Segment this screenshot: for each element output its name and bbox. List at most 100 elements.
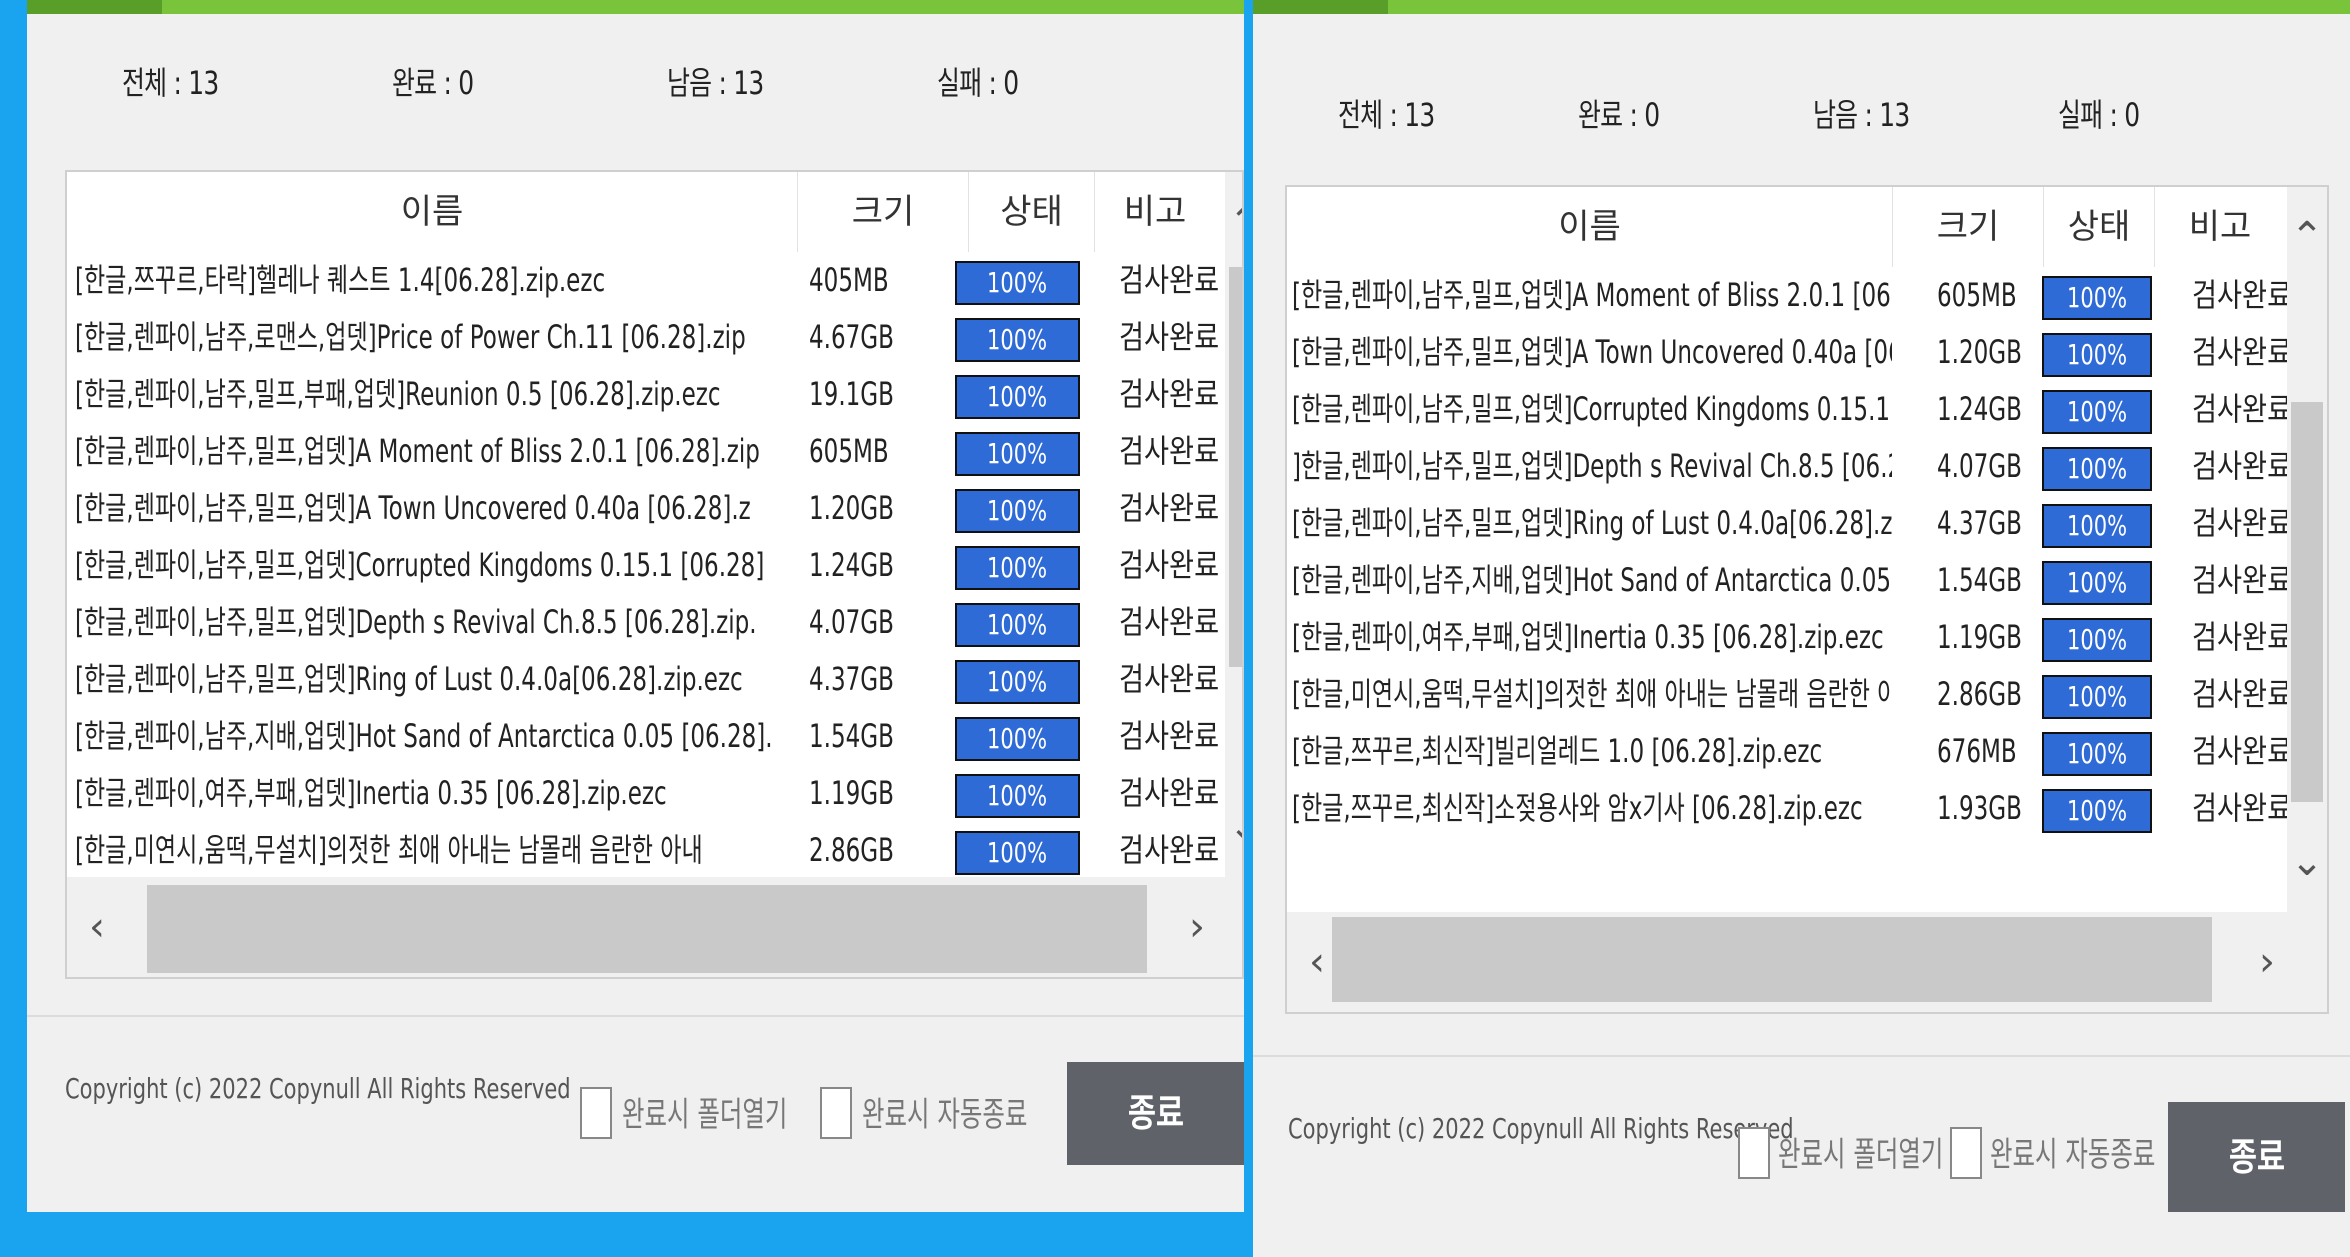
table-row[interactable]: [한글,렌파이,남주,밀프,업뎃]A Moment of Bliss 2.0.1… — [1287, 267, 2287, 324]
horizontal-scroll-thumb[interactable] — [1332, 917, 2212, 1002]
auto-close-checkbox[interactable] — [1950, 1127, 1982, 1179]
status-note: 검사완료 — [2192, 675, 2287, 713]
file-name: [한글,렌파이,여주,부패,업뎃]Inertia 0.35 [06.28].zi… — [1292, 618, 1884, 656]
file-size: 4.37GB — [1937, 504, 2022, 542]
horizontal-scrollbar[interactable]: ‹ › — [67, 877, 1242, 977]
horizontal-scrollbar[interactable]: ‹ › — [1287, 912, 2327, 1012]
file-name: [한글,렌파이,남주,밀프,업뎃]Depth s Revival Ch.8.5 … — [75, 603, 757, 641]
file-name: [한글,렌파이,남주,밀프,업뎃]A Moment of Bliss 2.0.1… — [75, 432, 760, 470]
progress-bar: 100% — [2042, 675, 2152, 719]
vertical-scroll-thumb[interactable] — [2291, 402, 2323, 802]
stat-failed: 실패 : 0 — [937, 64, 1019, 102]
table-row[interactable]: [한글,렌파이,여주,부패,업뎃]Inertia 0.35 [06.28].zi… — [1287, 609, 2287, 666]
scroll-right-icon[interactable]: › — [2247, 942, 2287, 982]
status-note: 검사완료 — [1119, 546, 1219, 584]
table-row[interactable]: [한글,미연시,움떡,무설치]의젓한 최애 아내는 남몰래 음란한 아내 2.86… — [1287, 666, 2287, 723]
status-note: 검사완료 — [1119, 660, 1219, 698]
table-row[interactable]: [한글,렌파이,남주,로맨스,업뎃]Price of Power Ch.11 [… — [67, 309, 1219, 366]
file-name: [한글,쯔꾸르,최신작]소젖용사와 암x기사 [06.28].zip.ezc — [1292, 789, 1863, 827]
file-name: [한글,렌파이,남주,지배,업뎃]Hot Sand of Antarctica … — [75, 717, 773, 755]
horizontal-scroll-thumb[interactable] — [147, 885, 1147, 973]
table-row[interactable]: [한글,렌파이,여주,부패,업뎃]Inertia 0.35 [06.28].zi… — [67, 765, 1219, 822]
title-bar-accent — [27, 0, 162, 14]
table-row[interactable]: ]한글,렌파이,남주,밀프,업뎃]Depth s Revival Ch.8.5 … — [1287, 438, 2287, 495]
file-name: [한글,렌파이,남주,밀프,업뎃]A Town Uncovered 0.40a … — [1292, 333, 1892, 371]
table-row[interactable]: [한글,렌파이,남주,밀프,업뎃]Ring of Lust 0.4.0a[06.… — [1287, 495, 2287, 552]
file-name: [한글,미연시,움떡,무설치]의젓한 최애 아내는 남몰래 음란한 아내 — [1292, 675, 1892, 713]
auto-close-label[interactable]: 완료시 자동종료 — [1990, 1127, 2155, 1176]
status-note: 검사완료 — [2192, 276, 2287, 314]
column-status[interactable]: 상태 — [969, 172, 1095, 252]
open-folder-checkbox[interactable] — [1738, 1127, 1770, 1179]
file-size: 1.93GB — [1937, 789, 2022, 827]
scroll-right-icon[interactable]: › — [1177, 907, 1217, 947]
scroll-down-icon[interactable]: ⌄ — [1225, 807, 1242, 847]
progress-bar: 100% — [955, 432, 1080, 476]
progress-bar: 100% — [955, 603, 1080, 647]
progress-bar: 100% — [2042, 276, 2152, 320]
auto-close-label[interactable]: 완료시 자동종료 — [862, 1087, 1027, 1136]
column-name[interactable]: 이름 — [67, 172, 798, 252]
file-list[interactable]: 이름 크기 상태 비고 [한글,쯔꾸르,타락]헬레나 퀘스트 1.4[06.28… — [65, 170, 1244, 979]
progress-bar: 100% — [2042, 732, 2152, 776]
scroll-left-icon[interactable]: ‹ — [1297, 942, 1337, 982]
table-row[interactable]: [한글,쯔꾸르,타락]헬레나 퀘스트 1.4[06.28].zip.ezc 405… — [67, 252, 1219, 309]
file-size: 2.86GB — [809, 831, 894, 869]
status-note: 검사완료 — [1119, 432, 1219, 470]
open-folder-label[interactable]: 완료시 폴더열기 — [622, 1087, 787, 1136]
column-size[interactable]: 크기 — [798, 172, 969, 252]
status-note: 검사완료 — [1119, 831, 1219, 869]
open-folder-label[interactable]: 완료시 폴더열기 — [1778, 1127, 1943, 1176]
vertical-scrollbar[interactable]: ⌃ ⌄ — [1225, 172, 1242, 877]
column-status[interactable]: 상태 — [2044, 187, 2155, 267]
open-folder-checkbox[interactable] — [580, 1087, 612, 1139]
stat-total: 전체 : 13 — [122, 64, 219, 102]
progress-bar: 100% — [955, 717, 1080, 761]
file-size: 4.07GB — [1937, 447, 2022, 485]
file-name: [한글,렌파이,남주,밀프,부패,업뎃]Reunion 0.5 [06.28].… — [75, 375, 721, 413]
table-row[interactable]: [한글,렌파이,남주,밀프,업뎃]A Moment of Bliss 2.0.1… — [67, 423, 1219, 480]
table-row[interactable]: [한글,렌파이,남주,밀프,부패,업뎃]Reunion 0.5 [06.28].… — [67, 366, 1219, 423]
table-row[interactable]: [한글,쯔꾸르,최신작]빌리얼레드 1.0 [06.28].zip.ezc 676… — [1287, 723, 2287, 780]
table-row[interactable]: [한글,렌파이,남주,밀프,업뎃]Depth s Revival Ch.8.5 … — [67, 594, 1219, 651]
table-row[interactable]: [한글,렌파이,남주,밀프,업뎃]Ring of Lust 0.4.0a[06.… — [67, 651, 1219, 708]
status-note: 검사완료 — [1119, 489, 1219, 527]
list-header: 이름 크기 상태 비고 — [67, 172, 1217, 252]
table-row[interactable]: [한글,렌파이,남주,지배,업뎃]Hot Sand of Antarctica … — [67, 708, 1219, 765]
progress-bar: 100% — [2042, 447, 2152, 491]
progress-bar: 100% — [955, 774, 1080, 818]
column-note[interactable]: 비고 — [1095, 172, 1215, 252]
file-name: [한글,렌파이,남주,밀프,업뎃]Ring of Lust 0.4.0a[06.… — [75, 660, 743, 698]
table-row[interactable]: [한글,미연시,움떡,무설치]의젓한 최애 아내는 남몰래 음란한 아내 2.86… — [67, 822, 1219, 879]
column-size[interactable]: 크기 — [1893, 187, 2044, 267]
vertical-scroll-thumb[interactable] — [1229, 267, 1242, 667]
auto-close-checkbox[interactable] — [820, 1087, 852, 1139]
status-note: 검사완료 — [2192, 447, 2287, 485]
status-note: 검사완료 — [2192, 618, 2287, 656]
scroll-down-icon[interactable]: ⌄ — [2287, 842, 2327, 882]
stat-remaining: 남음 : 13 — [1813, 96, 1910, 134]
scroll-up-icon[interactable]: ⌃ — [1225, 202, 1242, 242]
file-list[interactable]: 이름 크기 상태 비고 [한글,렌파이,남주,밀프,업뎃]A Moment of… — [1285, 185, 2329, 1014]
scroll-left-icon[interactable]: ‹ — [77, 907, 117, 947]
table-row[interactable]: [한글,쯔꾸르,최신작]소젖용사와 암x기사 [06.28].zip.ezc 1.… — [1287, 780, 2287, 837]
file-name: [한글,쯔꾸르,최신작]빌리얼레드 1.0 [06.28].zip.ezc — [1292, 732, 1823, 770]
table-row[interactable]: [한글,렌파이,남주,밀프,업뎃]Corrupted Kingdoms 0.15… — [1287, 381, 2287, 438]
table-row[interactable]: [한글,렌파이,남주,밀프,업뎃]A Town Uncovered 0.40a … — [67, 480, 1219, 537]
column-note[interactable]: 비고 — [2155, 187, 2285, 267]
table-row[interactable]: [한글,렌파이,남주,밀프,업뎃]A Town Uncovered 0.40a … — [1287, 324, 2287, 381]
stats-bar: 전체 : 13 완료 : 0 남음 : 13 실패 : 0 — [27, 50, 1244, 110]
close-button[interactable]: 종료 — [2168, 1102, 2345, 1212]
column-name[interactable]: 이름 — [1287, 187, 1893, 267]
title-bar — [27, 0, 1244, 14]
file-name: [한글,렌파이,남주,지배,업뎃]Hot Sand of Antarctica … — [1292, 561, 1892, 599]
vertical-scrollbar[interactable]: ⌃ ⌄ — [2287, 187, 2327, 912]
file-size: 1.54GB — [809, 717, 894, 755]
file-name: [한글,렌파이,남주,밀프,업뎃]Corrupted Kingdoms 0.15… — [75, 546, 765, 584]
table-row[interactable]: [한글,렌파이,남주,지배,업뎃]Hot Sand of Antarctica … — [1287, 552, 2287, 609]
close-button[interactable]: 종료 — [1067, 1062, 1244, 1165]
scroll-up-icon[interactable]: ⌃ — [2287, 217, 2327, 257]
status-note: 검사완료 — [1119, 318, 1219, 356]
table-row[interactable]: [한글,렌파이,남주,밀프,업뎃]Corrupted Kingdoms 0.15… — [67, 537, 1219, 594]
stat-remaining: 남음 : 13 — [667, 64, 764, 102]
